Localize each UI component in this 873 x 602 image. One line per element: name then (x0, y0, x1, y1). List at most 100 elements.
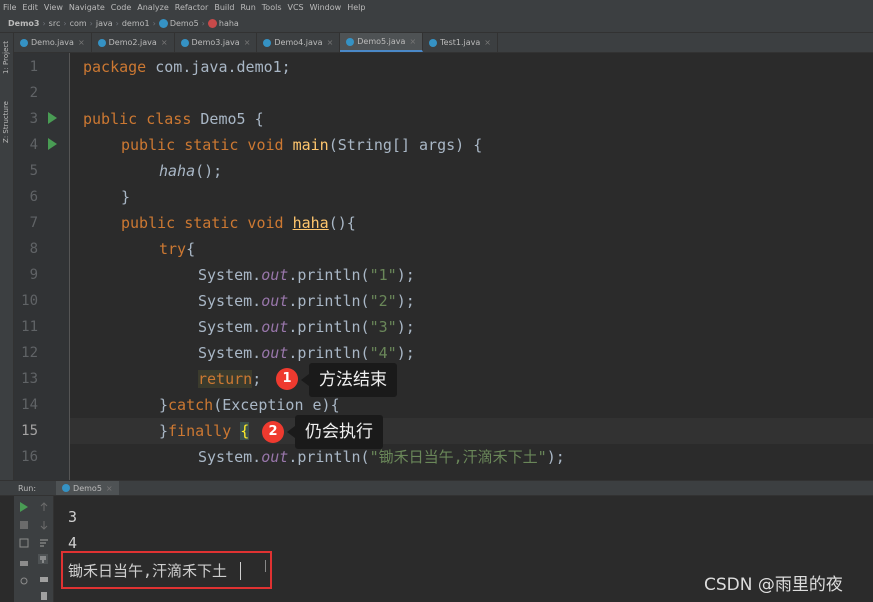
close-icon[interactable]: × (78, 38, 85, 47)
code-line-current: }finally { (70, 418, 873, 444)
tab-demo3[interactable]: Demo3.java × (175, 33, 258, 52)
print-icon[interactable] (39, 574, 49, 584)
menu-file[interactable]: File (3, 3, 16, 12)
code-token: catch (168, 396, 214, 414)
code-token: } (159, 396, 169, 414)
menu-refactor[interactable]: Refactor (175, 3, 209, 12)
breadcrumb-src[interactable]: src (49, 19, 61, 28)
code-token: (String[] args) { (328, 136, 483, 154)
breadcrumb-separator: › (152, 19, 156, 28)
stop-icon[interactable] (19, 520, 29, 530)
code-line: try{ (70, 236, 873, 262)
code-token: System. (198, 318, 262, 336)
java-class-icon (97, 38, 106, 47)
scroll-to-end-icon[interactable] (38, 554, 48, 564)
code-token: "1" (369, 266, 397, 284)
code-token: { (240, 422, 250, 440)
tab-label: Demo4.java (274, 38, 323, 47)
breadcrumb-java[interactable]: java (96, 19, 113, 28)
menu-navigate[interactable]: Navigate (69, 3, 105, 12)
run-class-icon[interactable] (48, 112, 57, 124)
code-editor[interactable]: package com.java.demo1; public class Dem… (70, 53, 873, 480)
tab-demo[interactable]: Demo.java × (14, 33, 92, 52)
menu-code[interactable]: Code (111, 3, 131, 12)
line-number: 8 (29, 241, 38, 257)
line-number: 9 (29, 267, 38, 283)
code-token: return (198, 370, 253, 388)
close-icon[interactable]: × (327, 38, 334, 47)
code-token: "3" (369, 318, 397, 336)
line-number: 13 (21, 371, 38, 387)
code-token: public class (83, 110, 192, 128)
tab-demo5[interactable]: Demo5.java × (340, 33, 424, 52)
code-token: main (292, 136, 329, 154)
close-icon[interactable]: × (161, 38, 168, 47)
menu-analyze[interactable]: Analyze (137, 3, 169, 12)
run-label: Run: (18, 483, 37, 493)
restore-layout-icon[interactable] (19, 538, 29, 548)
breadcrumb-method[interactable]: haha (219, 19, 239, 28)
close-icon[interactable]: × (244, 38, 251, 47)
project-tool-button[interactable]: 1: Project (2, 41, 10, 74)
menu-edit[interactable]: Edit (22, 3, 38, 12)
menu-window[interactable]: Window (310, 3, 342, 12)
code-token: "锄禾日当午,汗滴禾下土" (369, 448, 547, 466)
code-line: System.out.println("4"); (70, 340, 873, 366)
settings-icon[interactable] (19, 576, 29, 586)
line-number: 7 (29, 215, 38, 231)
code-token: "4" (369, 344, 397, 362)
line-number: 1 (29, 59, 38, 75)
close-icon[interactable]: × (106, 484, 113, 493)
menu-vcs[interactable]: VCS (288, 3, 304, 12)
java-class-icon (346, 37, 355, 46)
tab-label: Demo5.java (357, 37, 406, 46)
close-icon[interactable]: × (484, 38, 491, 47)
tab-demo4[interactable]: Demo4.java × (257, 33, 341, 52)
breadcrumb-project[interactable]: Demo3 (8, 19, 39, 28)
code-token: ); (546, 448, 565, 466)
menu-bar: File Edit View Navigate Code Analyze Ref… (0, 0, 873, 15)
code-token: .println( (288, 448, 370, 466)
code-token: public static void (121, 214, 284, 232)
soft-wrap-icon[interactable] (39, 538, 49, 548)
editor-tab-bar: Demo.java × Demo2.java × Demo3.java × Demo4… (14, 33, 873, 53)
menu-tools[interactable]: Tools (262, 3, 282, 12)
code-token: ); (396, 266, 415, 284)
console-line: 3 (68, 508, 78, 526)
breadcrumb-com[interactable]: com (70, 19, 87, 28)
menu-build[interactable]: Build (214, 3, 234, 12)
line-number: 4 (29, 137, 38, 153)
code-token: } (159, 422, 169, 440)
code-line: System.out.println("2"); (70, 288, 873, 314)
down-arrow-icon[interactable] (39, 520, 49, 530)
menu-help[interactable]: Help (347, 3, 365, 12)
close-icon[interactable]: × (409, 37, 416, 46)
line-number: 3 (29, 111, 38, 127)
tab-demo2[interactable]: Demo2.java × (92, 33, 175, 52)
java-class-icon (62, 484, 71, 492)
code-token: ); (396, 318, 415, 336)
run-tab[interactable]: Demo5 × (56, 481, 119, 495)
breadcrumb-class[interactable]: Demo5 (170, 19, 199, 28)
java-class-icon (20, 38, 28, 47)
line-number: 16 (21, 449, 38, 465)
menu-run[interactable]: Run (240, 3, 255, 12)
line-number: 14 (21, 397, 38, 413)
menu-view[interactable]: View (44, 3, 63, 12)
code-token: System. (198, 292, 262, 310)
up-arrow-icon[interactable] (39, 502, 49, 512)
run-panel-header: Run: Demo5 × (0, 480, 873, 496)
code-token: (Exception e){ (213, 396, 340, 414)
dump-threads-icon[interactable] (19, 558, 29, 568)
rerun-icon[interactable] (19, 502, 29, 512)
structure-tool-button[interactable]: Z: Structure (2, 101, 10, 143)
tab-test1[interactable]: Test1.java × (423, 33, 498, 52)
annotation-badge: 2 (262, 421, 284, 443)
breadcrumb-demo1[interactable]: demo1 (122, 19, 150, 28)
line-number: 11 (21, 319, 38, 335)
run-main-icon[interactable] (48, 138, 57, 150)
left-tool-strip: 1: Project Z: Structure (0, 33, 14, 480)
code-token: (); (195, 162, 223, 180)
trash-icon[interactable] (39, 590, 49, 600)
code-token: try (159, 240, 187, 258)
